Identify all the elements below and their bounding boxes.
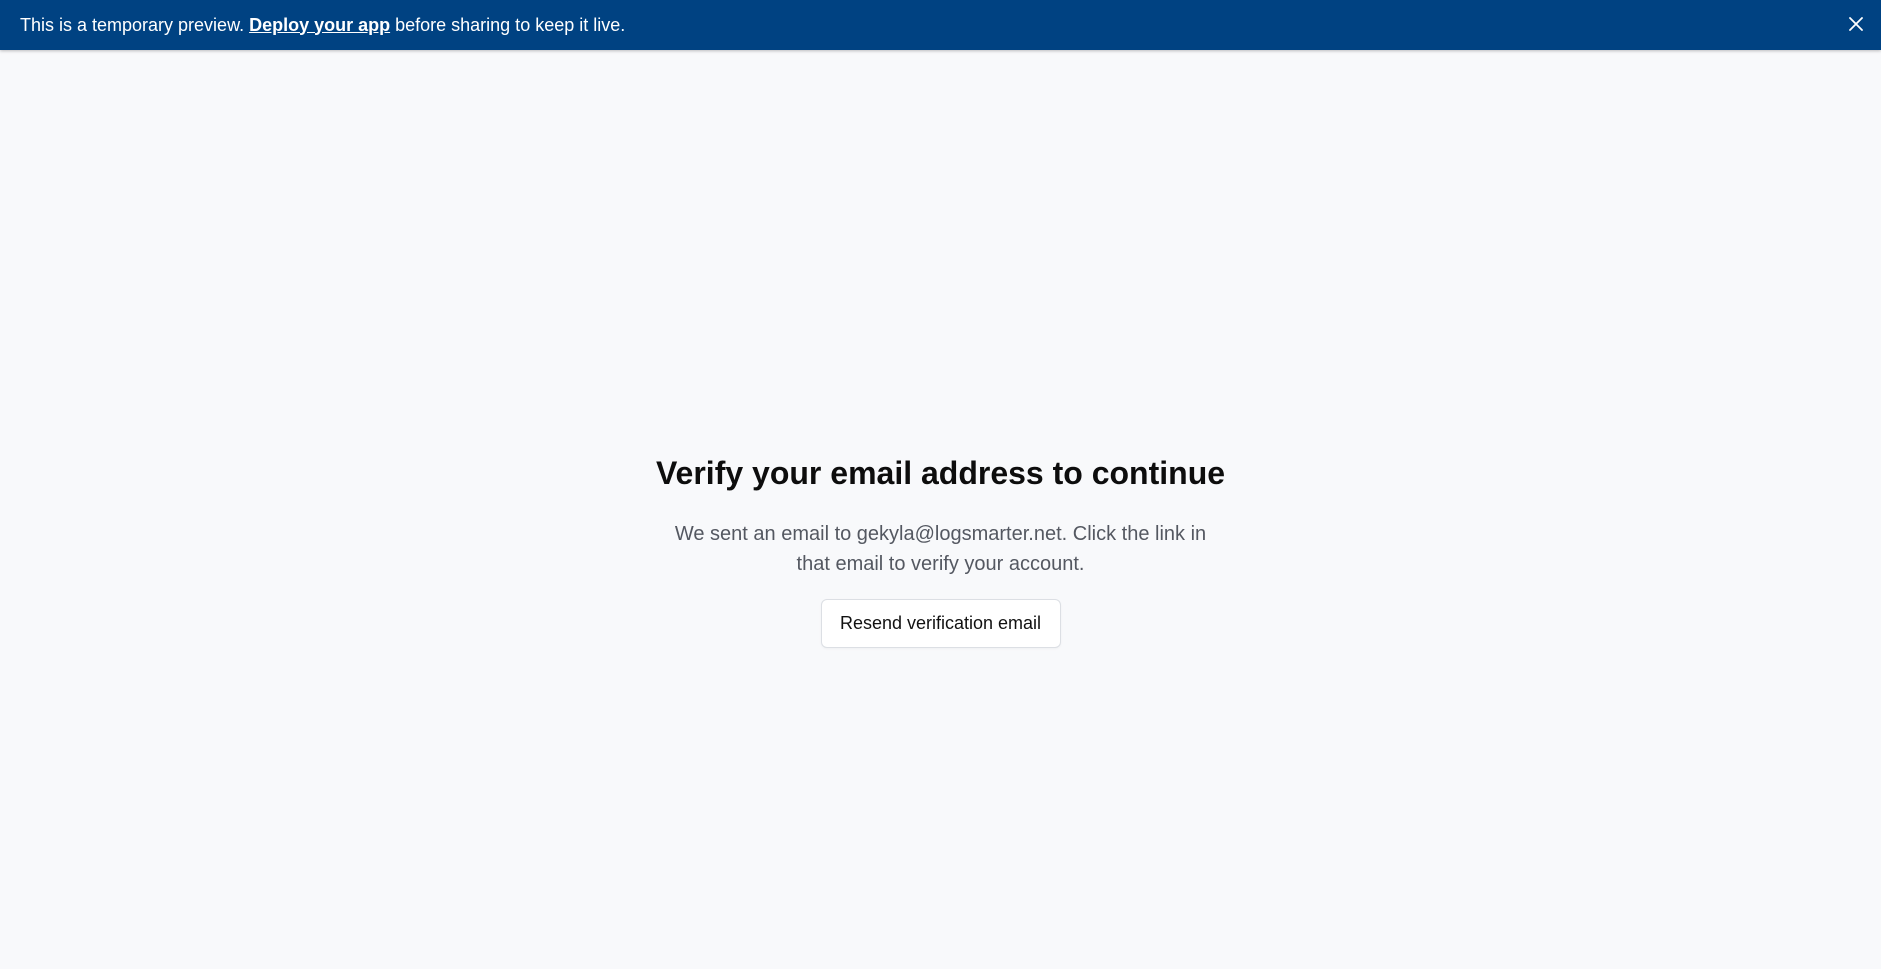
banner-text-before: This is a temporary preview. (20, 14, 250, 35)
page-title: Verify your email address to continue (655, 455, 1226, 491)
resend-verification-button[interactable]: Resend verification email (820, 599, 1061, 648)
verify-email-panel: Verify your email address to continue We… (0, 453, 1881, 648)
verification-description: We sent an email to gekyla@logsmarter.ne… (674, 523, 1207, 575)
deploy-app-link[interactable]: Deploy your app (249, 15, 390, 35)
preview-banner: This is a temporary preview. Deploy your… (0, 0, 1881, 50)
banner-text-after: before sharing to keep it live. (390, 14, 626, 35)
close-icon (1849, 17, 1863, 31)
verify-email-page: Verify your email address to continue We… (0, 50, 1881, 969)
close-banner-button[interactable] (1845, 13, 1867, 35)
banner-message: This is a temporary preview. Deploy your… (20, 15, 1861, 36)
